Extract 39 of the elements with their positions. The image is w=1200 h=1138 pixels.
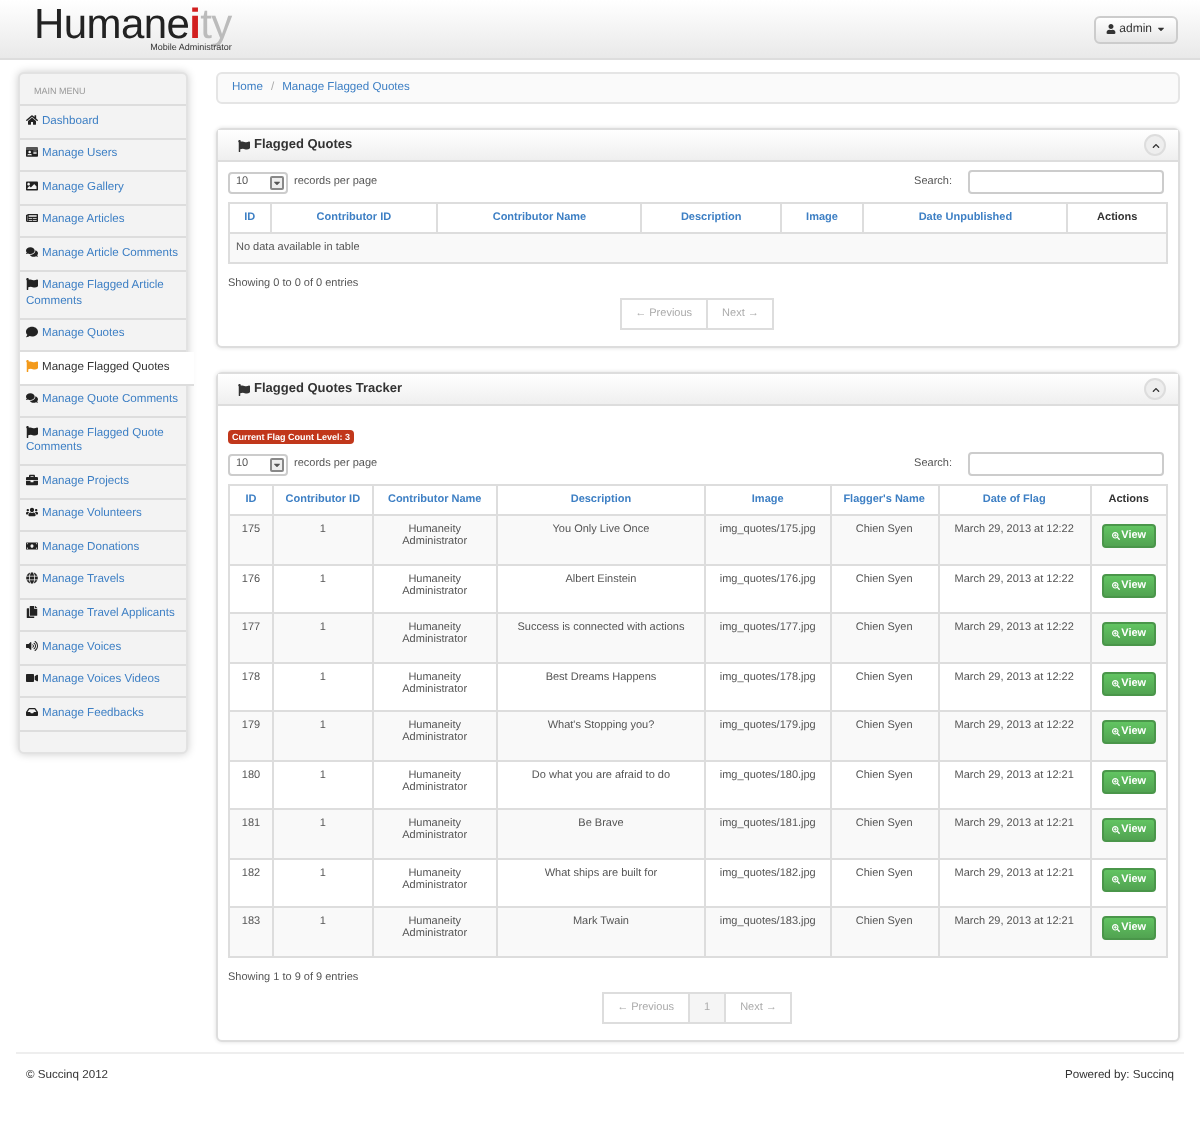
- globe-icon: [26, 572, 38, 585]
- money-icon: [26, 539, 38, 552]
- collapse-button[interactable]: [1144, 134, 1166, 156]
- zoom-icon: [1111, 924, 1120, 932]
- user-icon: [1105, 24, 1116, 34]
- caret-icon: [272, 177, 282, 187]
- search-field[interactable]: [968, 452, 1164, 476]
- zoom-icon: [1111, 532, 1120, 540]
- chevron-up-icon: [1151, 141, 1159, 149]
- zoom-icon: [1111, 630, 1120, 638]
- zoom-icon: [1111, 728, 1120, 736]
- comments-icon: [26, 392, 38, 405]
- flag-icon: [26, 425, 38, 438]
- newspaper-icon: [26, 212, 38, 225]
- caret-icon: [272, 459, 282, 469]
- id-card-icon: [26, 146, 38, 159]
- zoom-icon: [1111, 777, 1120, 785]
- search-field[interactable]: [968, 170, 1164, 194]
- home-icon: [26, 113, 38, 125]
- flag-icon: [238, 383, 250, 395]
- collapse-button[interactable]: [1144, 378, 1166, 400]
- people-icon: [26, 506, 38, 519]
- copy-icon: [26, 606, 38, 618]
- comment-icon: [26, 326, 38, 339]
- flag-icon: [26, 278, 38, 291]
- speaker-icon: [26, 639, 38, 652]
- comments-icon: [26, 245, 38, 258]
- video-icon: [26, 672, 38, 685]
- zoom-icon: [1111, 826, 1120, 834]
- image-icon: [26, 179, 38, 192]
- zoom-icon: [1111, 679, 1120, 687]
- flag-icon: [26, 359, 38, 372]
- caret-icon: [1156, 24, 1166, 34]
- flag-icon: [238, 139, 250, 151]
- zoom-icon: [1111, 581, 1120, 589]
- briefcase-icon: [26, 473, 38, 486]
- zoom-icon: [1111, 875, 1120, 883]
- inbox-icon: [26, 705, 38, 718]
- chevron-up-icon: [1151, 385, 1159, 393]
